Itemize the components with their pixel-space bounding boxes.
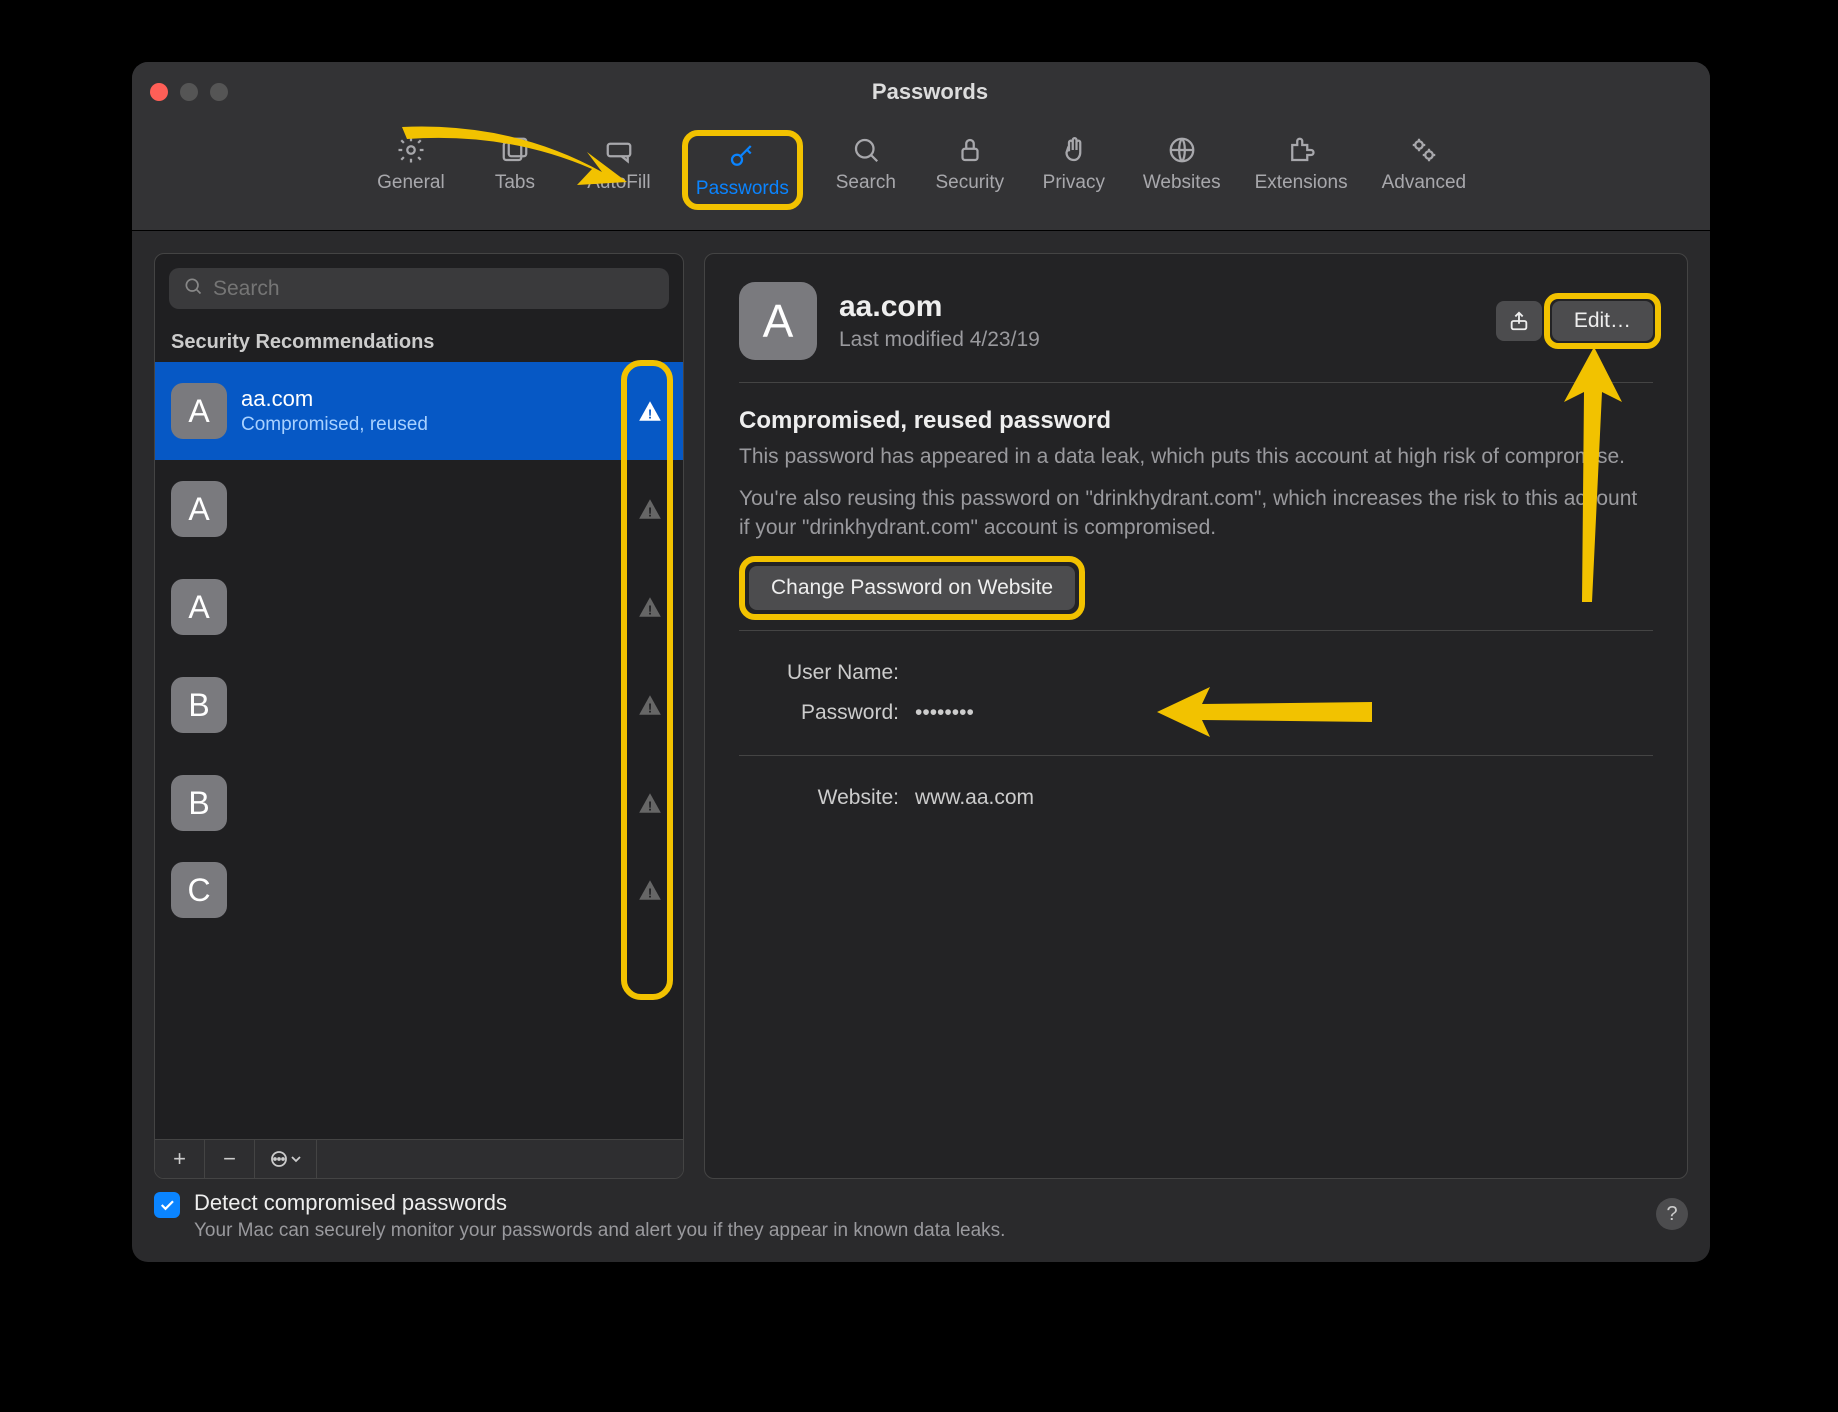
checkbox-description: Your Mac can securely monitor your passw…	[194, 1220, 1005, 1242]
bottom-bar: Detect compromised passwords Your Mac ca…	[154, 1190, 1688, 1242]
tab-autofill[interactable]: AutoFill	[578, 130, 660, 210]
avatar: A	[171, 481, 227, 537]
tab-privacy[interactable]: Privacy	[1033, 130, 1115, 210]
help-button[interactable]: ?	[1656, 1198, 1688, 1230]
password-value[interactable]: ••••••••	[915, 701, 974, 725]
warning-icon: !	[637, 496, 663, 522]
tab-search[interactable]: Search	[825, 130, 907, 210]
checkbox-label: Detect compromised passwords	[194, 1190, 1005, 1216]
password-list-sidebar: Security Recommendations A aa.com Compro…	[154, 253, 684, 1179]
tab-security[interactable]: Security	[929, 130, 1011, 210]
password-list[interactable]: A aa.com Compromised, reused ! A !	[155, 362, 683, 1139]
detail-title: aa.com	[839, 290, 1040, 324]
sidebar-footer: + −	[155, 1139, 683, 1178]
detect-compromised-checkbox[interactable]	[154, 1192, 180, 1218]
puzzle-icon	[1285, 134, 1317, 166]
preferences-window: Passwords General Tabs AutoFill Pas	[132, 62, 1710, 1262]
list-item[interactable]: A !	[155, 460, 683, 558]
search-icon	[183, 276, 203, 301]
tabs-icon	[499, 134, 531, 166]
list-item[interactable]: B !	[155, 754, 683, 852]
globe-icon	[1166, 134, 1198, 166]
gear-icon	[395, 134, 427, 166]
password-detail-panel: A aa.com Last modified 4/23/19 Edit… Co	[704, 253, 1688, 1179]
change-password-button[interactable]: Change Password on Website	[749, 566, 1075, 610]
list-item-title: aa.com	[241, 386, 667, 412]
avatar: A	[171, 383, 227, 439]
search-input[interactable]	[213, 277, 655, 301]
warning-section: Compromised, reused password This passwo…	[739, 383, 1653, 631]
website-value[interactable]: www.aa.com	[915, 786, 1034, 810]
warning-icon: !	[637, 398, 663, 424]
remove-button[interactable]: −	[205, 1140, 255, 1178]
warning-icon: !	[637, 877, 663, 903]
svg-text:!: !	[648, 603, 652, 618]
warning-icon: !	[637, 594, 663, 620]
svg-text:!: !	[648, 886, 652, 901]
svg-text:!: !	[648, 505, 652, 520]
avatar: A	[739, 282, 817, 360]
list-item[interactable]: C !	[155, 852, 683, 928]
lock-icon	[954, 134, 986, 166]
avatar: A	[171, 579, 227, 635]
tab-tabs[interactable]: Tabs	[474, 130, 556, 210]
website-section: Website: www.aa.com	[739, 756, 1653, 840]
window-title: Passwords	[168, 79, 1692, 105]
credentials-section: User Name: Password: ••••••••	[739, 631, 1653, 756]
search-icon	[850, 134, 882, 166]
avatar: B	[171, 775, 227, 831]
detail-modified: Last modified 4/23/19	[839, 328, 1040, 352]
hand-icon	[1058, 134, 1090, 166]
warning-icon: !	[637, 692, 663, 718]
key-icon	[726, 140, 758, 172]
tab-passwords[interactable]: Passwords	[682, 130, 803, 210]
avatar: B	[171, 677, 227, 733]
gears-icon	[1408, 134, 1440, 166]
warning-text: This password has appeared in a data lea…	[739, 443, 1653, 471]
list-item[interactable]: A aa.com Compromised, reused !	[155, 362, 683, 460]
warning-text: You're also reusing this password on "dr…	[739, 485, 1653, 542]
tab-advanced[interactable]: Advanced	[1376, 130, 1473, 210]
content-area: Security Recommendations A aa.com Compro…	[132, 231, 1710, 1201]
edit-button[interactable]: Edit…	[1552, 301, 1653, 341]
username-label: User Name:	[739, 661, 899, 685]
search-field-container[interactable]	[169, 268, 669, 309]
password-label: Password:	[739, 701, 899, 725]
tab-extensions[interactable]: Extensions	[1249, 130, 1354, 210]
list-item[interactable]: B !	[155, 656, 683, 754]
svg-text:!: !	[648, 799, 652, 814]
svg-text:!: !	[648, 701, 652, 716]
list-item[interactable]: A !	[155, 558, 683, 656]
more-button[interactable]	[255, 1140, 317, 1178]
warning-icon: !	[637, 790, 663, 816]
warning-title: Compromised, reused password	[739, 407, 1653, 435]
section-header: Security Recommendations	[155, 323, 683, 362]
add-button[interactable]: +	[155, 1140, 205, 1178]
tab-websites[interactable]: Websites	[1137, 130, 1227, 210]
avatar: C	[171, 862, 227, 918]
tab-general[interactable]: General	[370, 130, 452, 210]
titlebar: Passwords	[132, 62, 1710, 122]
detail-header: A aa.com Last modified 4/23/19 Edit…	[739, 282, 1653, 383]
annotation-highlight: Change Password on Website	[739, 556, 1085, 620]
website-label: Website:	[739, 786, 899, 810]
list-item-subtitle: Compromised, reused	[241, 414, 667, 436]
share-button[interactable]	[1496, 301, 1542, 341]
autofill-icon	[603, 134, 635, 166]
svg-text:!: !	[648, 407, 652, 422]
preferences-toolbar: General Tabs AutoFill Passwords Search	[132, 122, 1710, 231]
close-window-button[interactable]	[150, 83, 168, 101]
